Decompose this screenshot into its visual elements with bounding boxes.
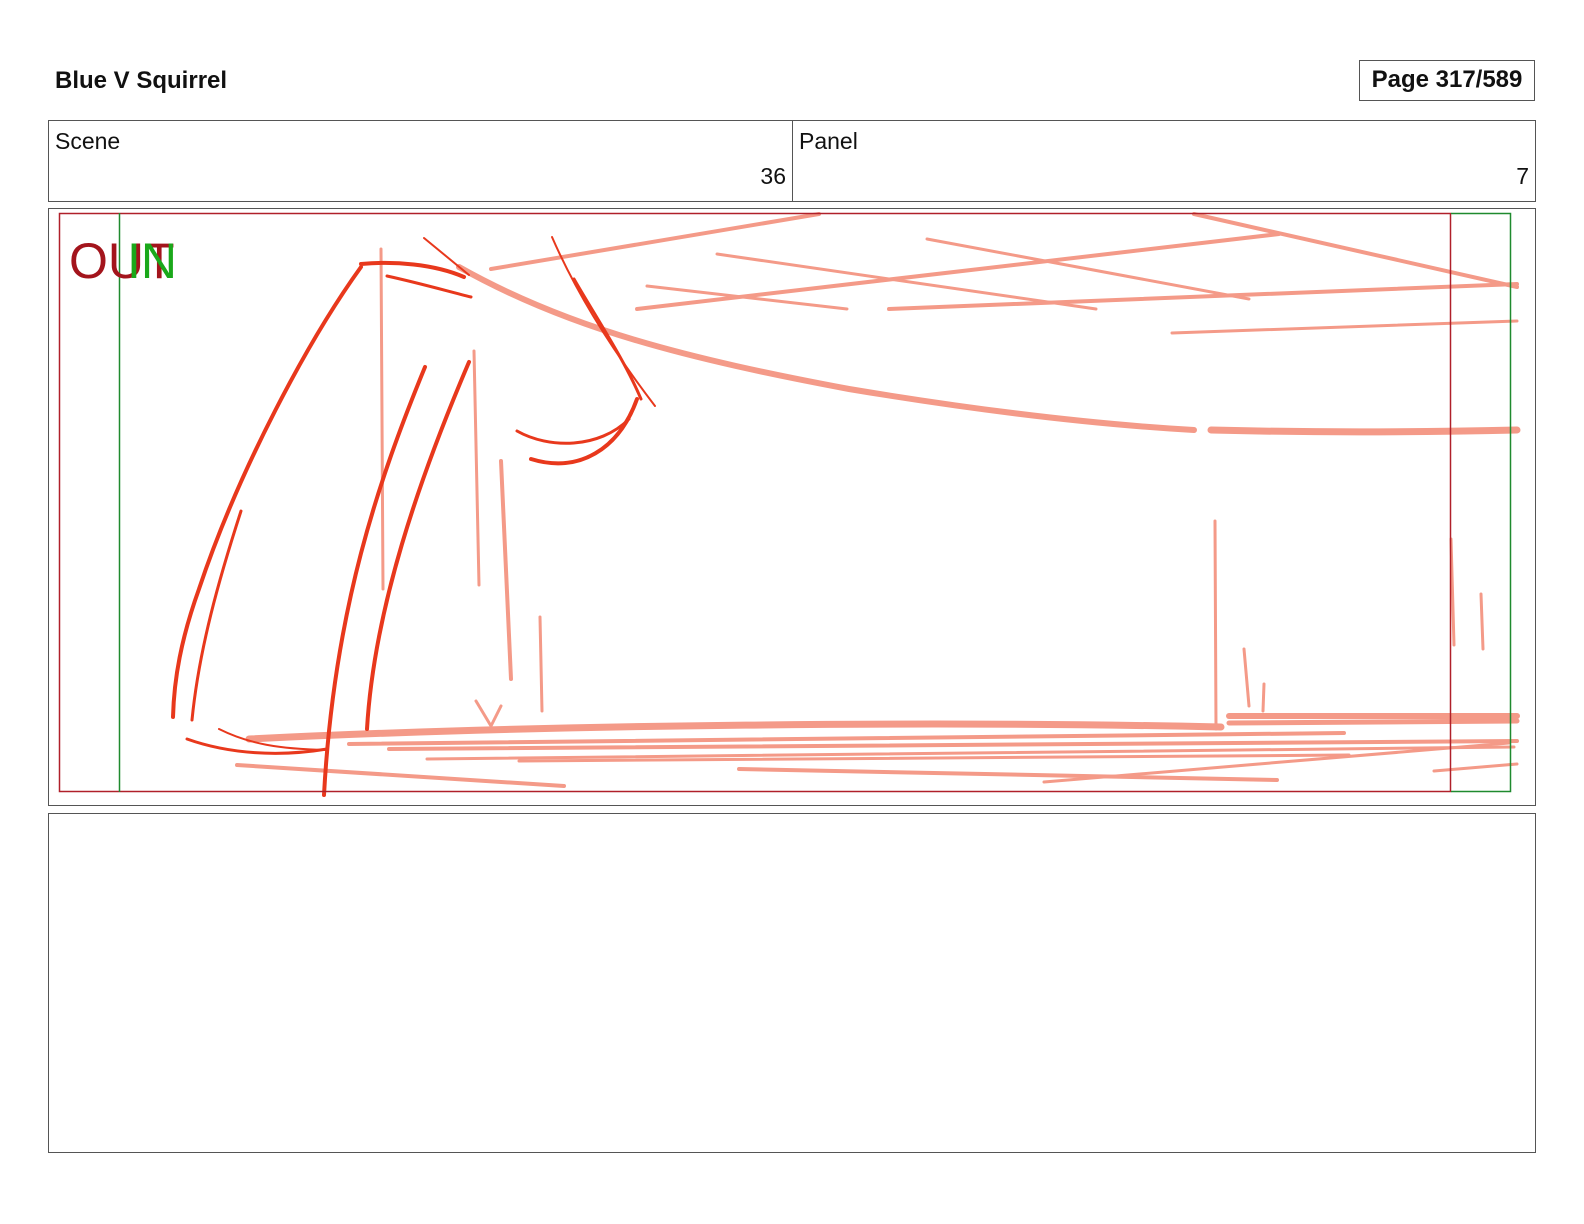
in-frame-right-guide <box>1451 212 1512 793</box>
panel-cell: Panel 7 <box>792 121 1535 201</box>
panel-label: Panel <box>799 128 858 154</box>
document-title: Blue V Squirrel <box>55 67 228 94</box>
scene-panel-info: Scene 36 Panel 7 <box>48 120 1536 202</box>
out-frame-guide <box>58 212 1452 793</box>
scene-number: 36 <box>760 163 786 189</box>
scene-cell: Scene 36 <box>49 121 792 201</box>
background-sketch <box>235 212 1521 788</box>
in-marker: IN <box>127 233 177 289</box>
frame-guides <box>58 212 1512 793</box>
scene-label: Scene <box>55 128 121 154</box>
page-indicator: Page 317/589 <box>1359 60 1535 101</box>
panel-number: 7 <box>1516 163 1529 189</box>
action-notes-box <box>48 813 1536 1153</box>
storyboard-panel: OUT IN <box>48 208 1536 806</box>
panel-sketch-canvas: OUT IN <box>58 212 1521 797</box>
